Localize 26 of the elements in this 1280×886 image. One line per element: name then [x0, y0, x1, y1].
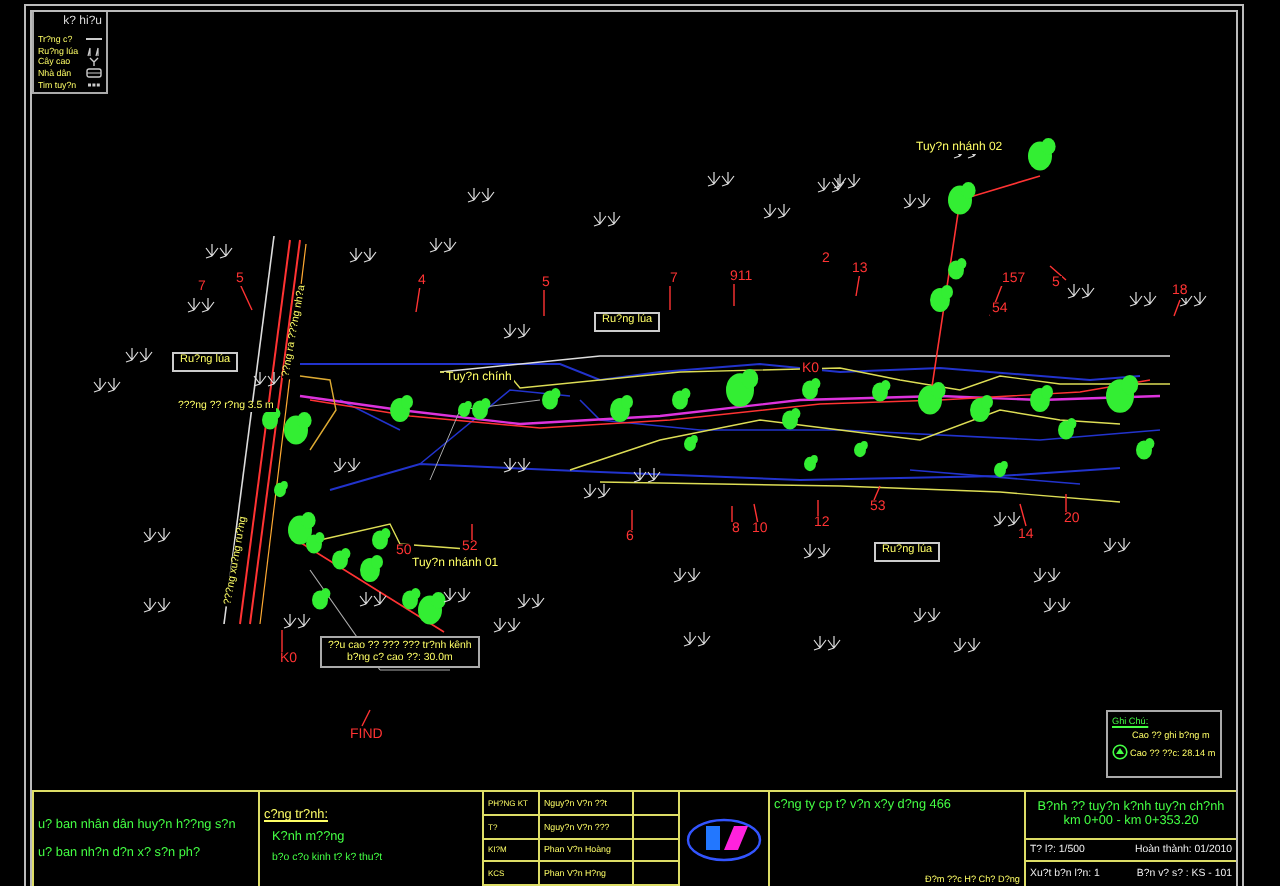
station-tick — [1173, 299, 1181, 317]
station-tick — [281, 629, 283, 655]
station-tick — [361, 709, 371, 727]
centerline-symbol-icon — [86, 79, 102, 90]
leader-line — [429, 399, 541, 481]
grass-symbol-icon — [86, 45, 102, 56]
tree-symbol-icon — [86, 56, 102, 67]
station-tick — [873, 485, 881, 501]
station-tick — [817, 499, 819, 519]
station-tick — [733, 279, 735, 307]
house-symbol-icon — [86, 68, 102, 79]
station-tick — [239, 283, 253, 311]
station-tick — [1065, 493, 1067, 513]
station-tick — [753, 503, 759, 525]
station-tick — [471, 523, 473, 541]
station-tick — [631, 509, 633, 533]
station-tick — [415, 285, 421, 313]
station-tick — [855, 271, 861, 297]
contour-line — [299, 375, 337, 451]
station-tick — [731, 505, 733, 525]
line-symbol-icon — [86, 34, 102, 45]
elevation-marker-icon — [1112, 744, 1128, 760]
station-tick — [543, 285, 545, 317]
station-tick — [1019, 503, 1027, 527]
station-tick — [669, 285, 671, 311]
company-logo-icon — [684, 817, 764, 861]
